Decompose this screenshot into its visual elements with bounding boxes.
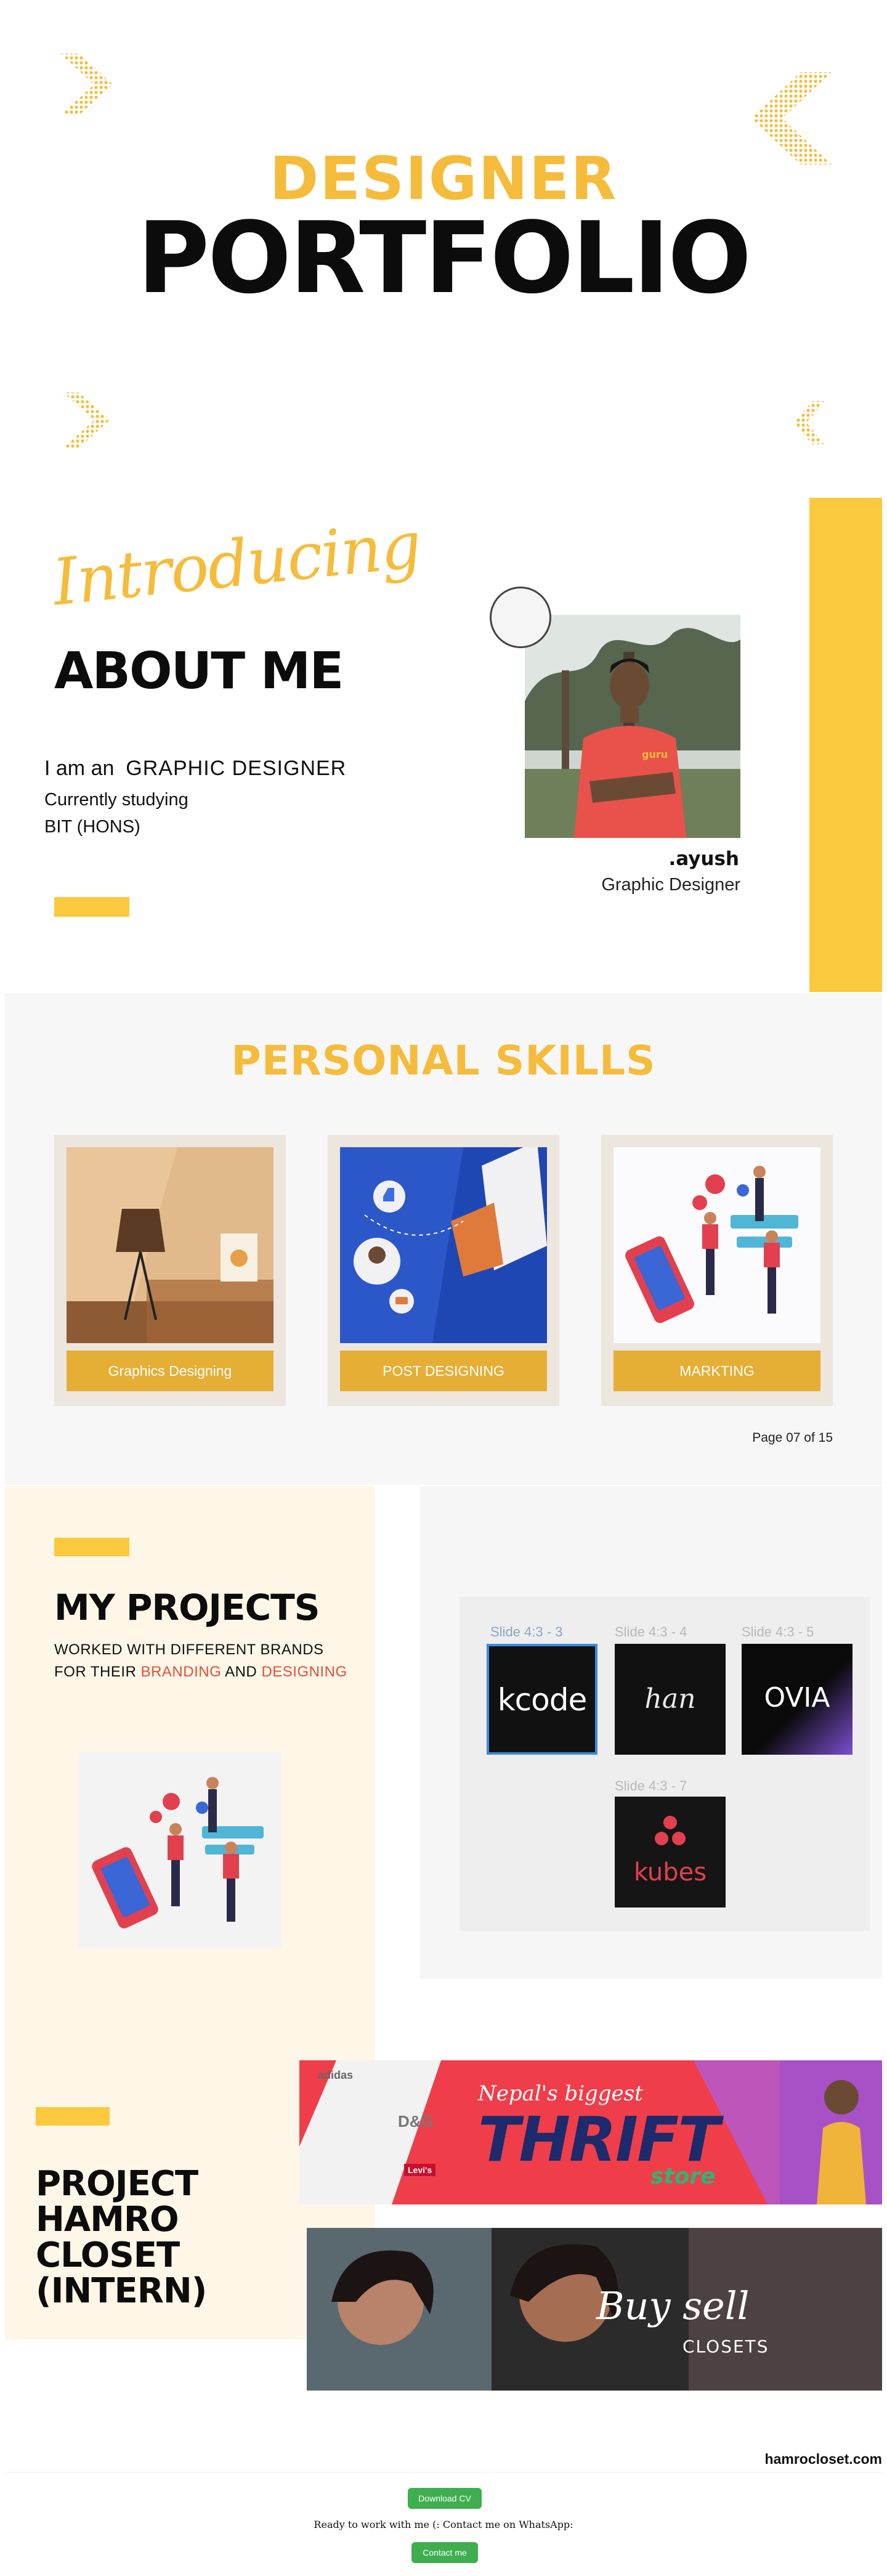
about-intro-script: Introducing — [49, 506, 424, 620]
kubes-logo: kubes — [633, 1858, 707, 1887]
slide-label: Slide 4:3 - 4 — [615, 1624, 687, 1639]
megaphone-social-icon — [340, 1147, 547, 1343]
slide-label: Slide 4:3 - 5 — [742, 1624, 814, 1639]
hamro-title-line2: HAMRO — [36, 2200, 179, 2240]
hamro-accent-bar — [36, 2107, 110, 2126]
decor-circle — [490, 587, 551, 648]
about-accent-bar — [54, 897, 129, 917]
thrift-tagline: Nepal's biggest — [478, 2081, 643, 2106]
shirt-print: guru — [642, 749, 668, 760]
buysell-closets: CLOSETS — [682, 2336, 769, 2357]
dotted-chevron-right-icon — [60, 54, 113, 115]
slide-label: Slide 4:3 - 7 — [615, 1778, 687, 1794]
dotted-chevron-right-small-icon — [63, 392, 110, 448]
footer-text: Ready to work with me (: Contact me on W… — [314, 2519, 573, 2530]
about-side-bar — [809, 498, 882, 992]
about-role-title: GRAPHIC DESIGNER — [126, 757, 347, 780]
download-cv-button[interactable]: Download CV — [408, 2488, 482, 2509]
hero-title-main: PORTFOLIO — [137, 200, 751, 315]
projects-title: MY PROJECTS — [54, 1587, 320, 1628]
kcode-logo: kcode — [497, 1682, 588, 1718]
slide-thumbnail-kubes[interactable]: kubes — [615, 1797, 726, 1908]
dotted-chevron-left-small-icon — [794, 401, 825, 444]
projects-accent-bar — [54, 1538, 129, 1556]
skill-button[interactable]: MARKTING — [614, 1351, 820, 1391]
hamro-title: PROJECT HAMRO CLOSET (INTERN) — [36, 2164, 207, 2311]
projects-line2: FOR THEIR BRANDING AND DESIGNING — [54, 1664, 347, 1681]
brand-levis: Levi's — [404, 2164, 436, 2176]
kubes-dots-icon — [655, 1816, 686, 1845]
interior-lamp-icon — [67, 1147, 273, 1343]
contact-button[interactable]: Contact me — [411, 2542, 478, 2563]
skill-button[interactable]: Graphics Designing — [67, 1351, 273, 1391]
brand-dg: D&G — [398, 2112, 434, 2131]
skill-button[interactable]: POST DESIGNING — [340, 1351, 547, 1391]
about-study-line1: Currently studying — [44, 790, 188, 810]
projects-line2-c: AND — [221, 1664, 262, 1680]
buysell-banner: Buy sell CLOSETS — [307, 2228, 882, 2391]
skill-card-post[interactable]: POST DESIGNING — [328, 1135, 559, 1406]
mobile-marketing-icon — [614, 1147, 820, 1343]
about-subtitle: Graphic Designer — [601, 875, 740, 895]
thrift-banner: adidas D&G Levi's Nepal's biggest THRIFT… — [299, 2060, 882, 2204]
about-title: ABOUT ME — [54, 642, 344, 701]
projects-line2-a: FOR THEIR — [54, 1664, 141, 1680]
buysell-script: Buy sell — [596, 2283, 750, 2328]
slide-thumbnail-ovia[interactable]: OVIA — [742, 1644, 853, 1755]
profile-photo: guru — [525, 615, 740, 838]
skills-title: PERSONAL SKILLS — [231, 1037, 656, 1084]
ovia-logo: OVIA — [764, 1682, 830, 1713]
about-role-prefix: I am an — [44, 757, 115, 780]
slide-thumbnail-kcode[interactable]: kcode — [487, 1644, 597, 1755]
slide-label: Slide 4:3 - 3 — [490, 1624, 563, 1639]
projects-designing: DESIGNING — [261, 1664, 347, 1680]
hamro-title-line4: (INTERN) — [36, 2271, 207, 2311]
projects-line1: WORKED WITH DIFFERENT BRANDS — [54, 1641, 324, 1658]
hamro-title-line3: CLOSET — [36, 2235, 180, 2275]
about-name: .ayush — [668, 848, 739, 870]
skill-card-graphics[interactable]: Graphics Designing — [54, 1135, 286, 1406]
page-number: Page 07 of 15 — [752, 1431, 833, 1445]
thrift-store: store — [650, 2164, 716, 2189]
han-logo: han — [644, 1683, 696, 1715]
about-study-line2: BIT (HONS) — [44, 817, 140, 837]
slide-thumbnail-han[interactable]: han — [615, 1644, 726, 1755]
projects-marketing-illustration — [79, 1752, 281, 1948]
skill-card-marketing[interactable]: MARKTING — [601, 1135, 833, 1406]
projects-branding: BRANDING — [140, 1664, 222, 1680]
about-role: I am an GRAPHIC DESIGNER — [44, 757, 346, 781]
brand-adidas: adidas — [318, 2069, 354, 2081]
hamro-title-line1: PROJECT — [36, 2164, 198, 2204]
website-link[interactable]: hamrocloset.com — [727, 2451, 882, 2468]
